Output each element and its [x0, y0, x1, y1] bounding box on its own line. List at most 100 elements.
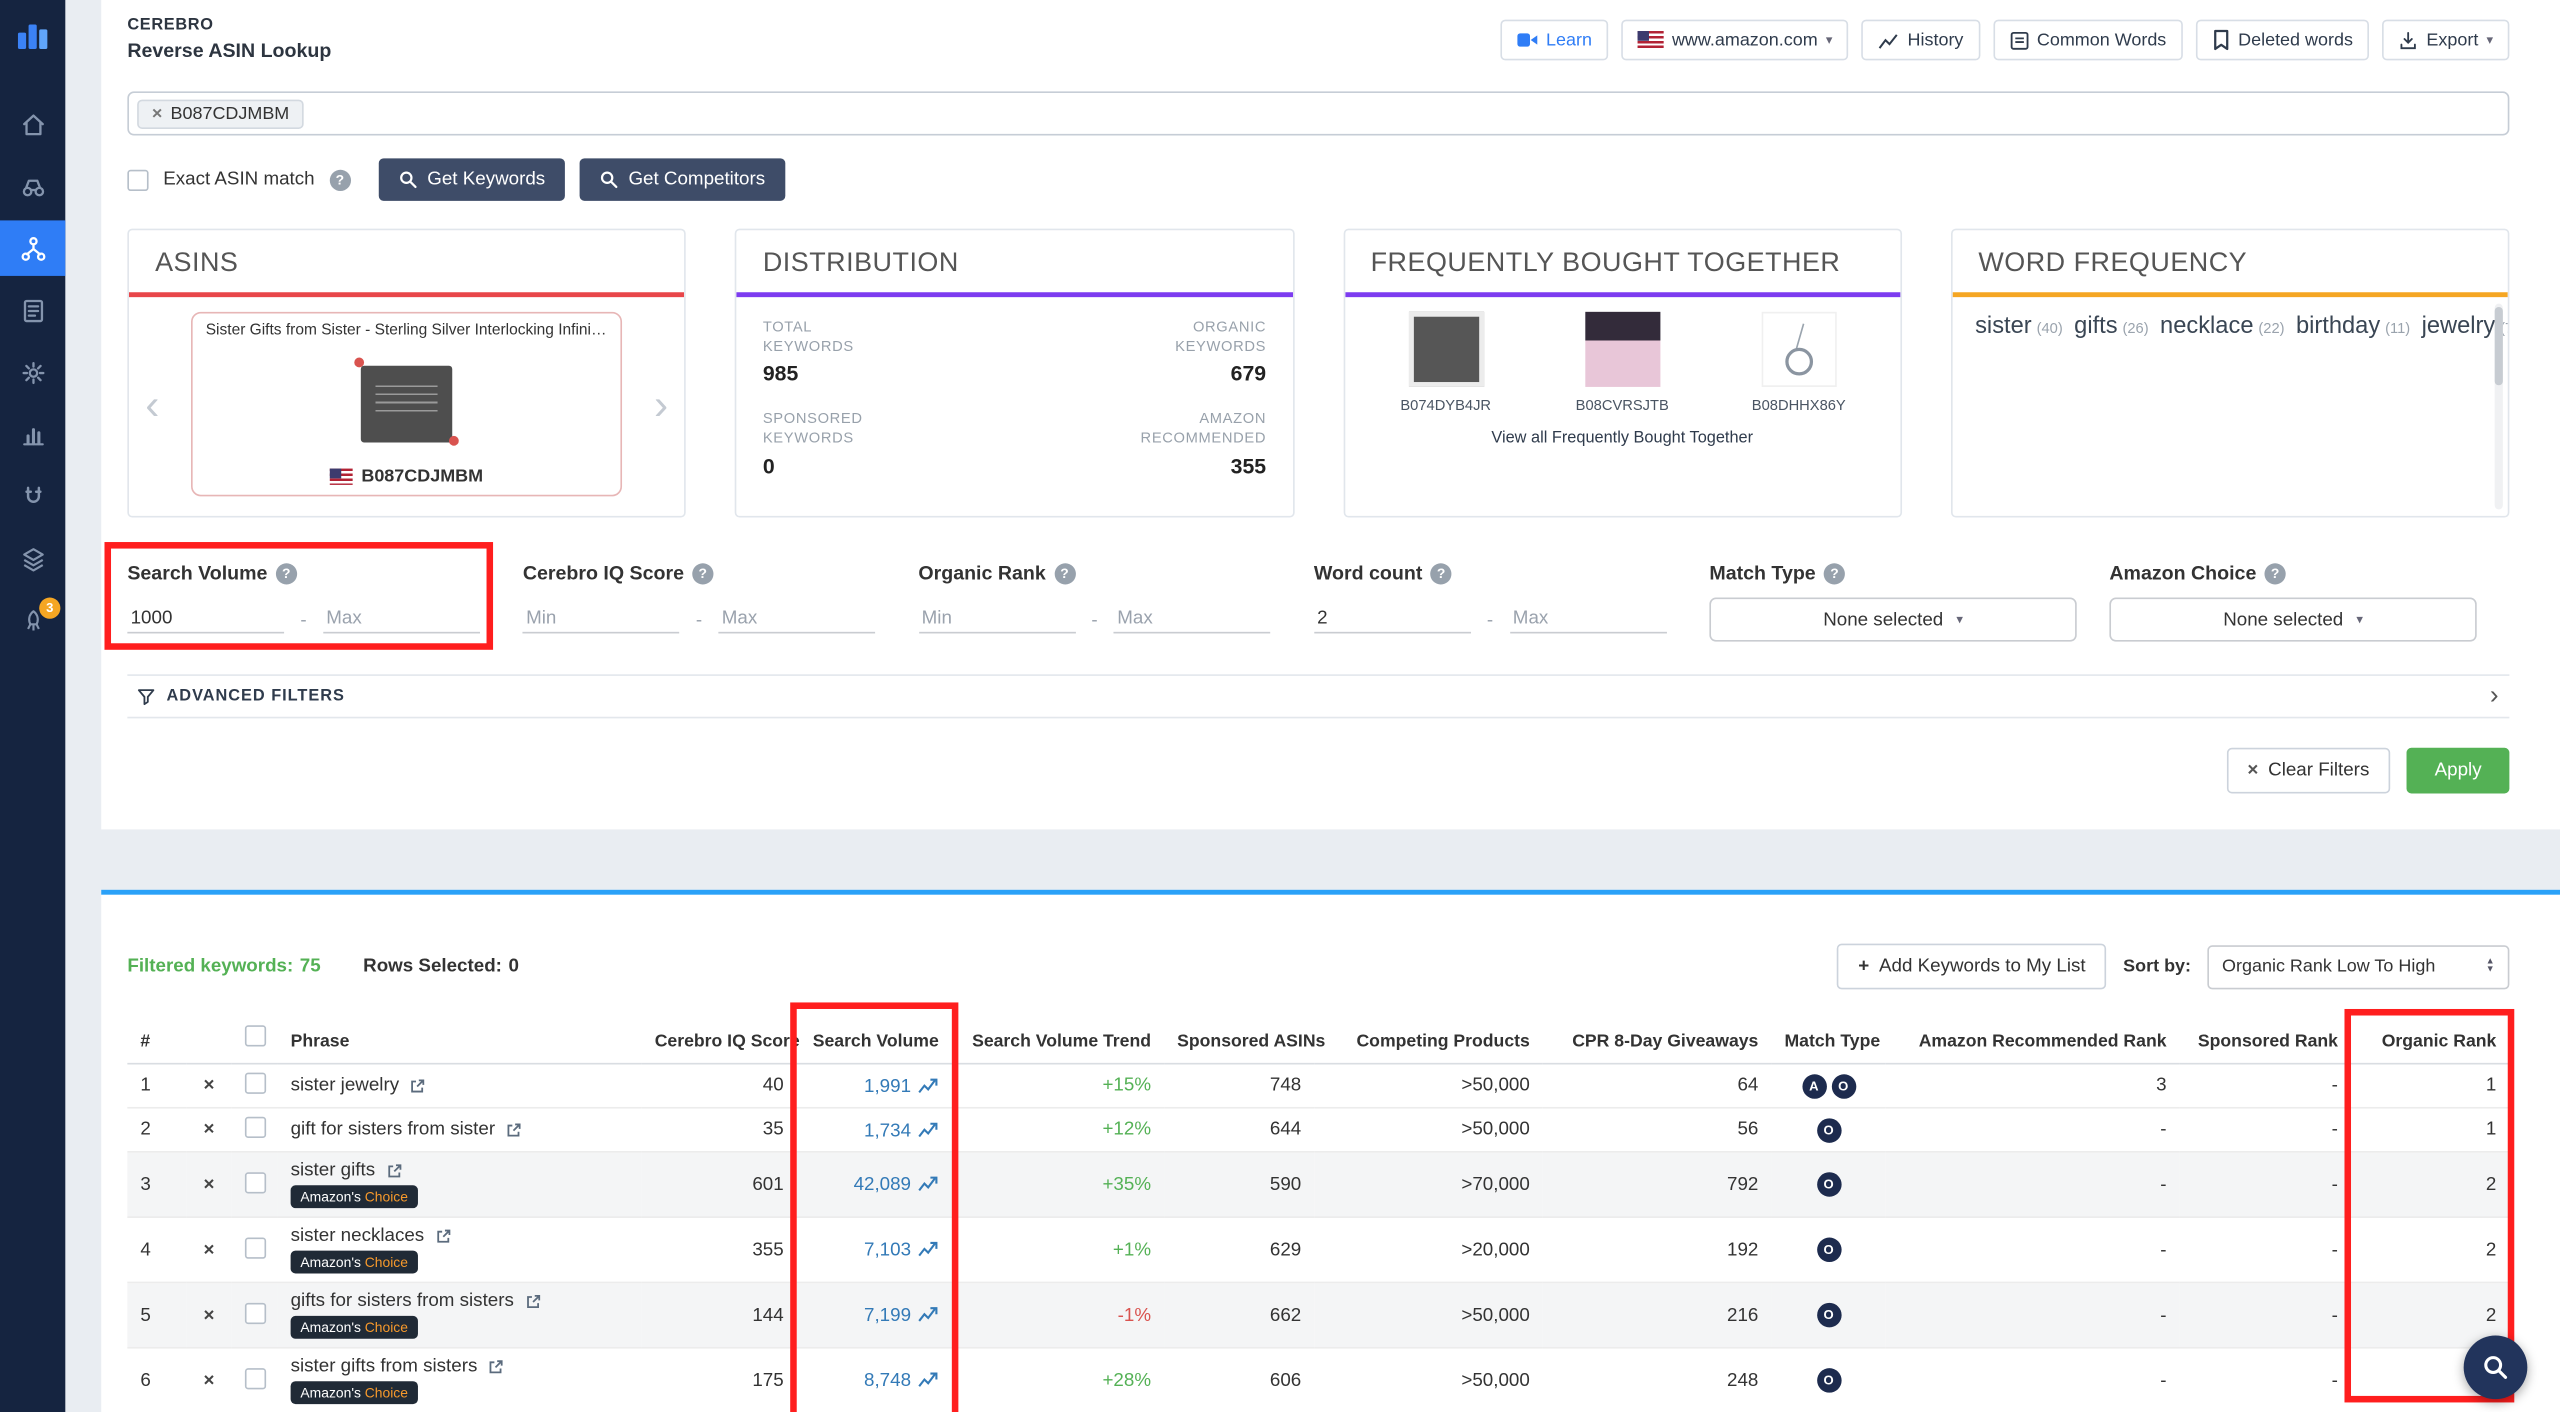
helium10-logo[interactable] — [15, 16, 51, 57]
column-header-amazon-recommended-rank[interactable]: Amazon Recommended Rank — [1886, 1016, 2180, 1064]
max-input[interactable] — [1510, 606, 1667, 634]
help-icon[interactable]: ? — [329, 169, 350, 190]
remove-keyword-button[interactable]: × — [186, 1108, 232, 1152]
panel-scrollbar[interactable] — [2495, 304, 2503, 510]
layers-icon[interactable] — [0, 531, 65, 587]
trend-chart-icon[interactable] — [918, 1304, 939, 1322]
column-header-sponsored-asins[interactable]: Sponsored ASINs — [1164, 1016, 1314, 1064]
remove-keyword-button[interactable]: × — [186, 1217, 232, 1282]
external-link-icon[interactable] — [487, 1358, 505, 1376]
carousel-prev-icon[interactable]: ‹ — [145, 383, 159, 425]
rocket-icon[interactable]: 3 — [0, 593, 65, 649]
remove-tag-icon[interactable]: × — [152, 104, 163, 124]
column-header-match-type[interactable]: Match Type — [1771, 1016, 1885, 1064]
row-checkbox[interactable] — [245, 1302, 266, 1323]
remove-keyword-button[interactable]: × — [186, 1282, 232, 1347]
search-volume-value[interactable]: 7,103 — [864, 1241, 911, 1261]
fbt-item[interactable]: B074DYB4JR — [1371, 312, 1521, 413]
external-link-icon[interactable] — [505, 1121, 523, 1139]
trend-chart-icon[interactable] — [918, 1239, 939, 1257]
get-competitors-button[interactable]: Get Competitors — [579, 158, 784, 200]
deleted-words-button[interactable]: Deleted words — [2196, 20, 2370, 61]
min-input[interactable] — [523, 606, 680, 634]
min-input[interactable] — [918, 606, 1075, 634]
search-volume-value[interactable]: 1,991 — [864, 1077, 911, 1097]
chart-icon[interactable] — [0, 407, 65, 463]
apply-button[interactable]: Apply — [2407, 748, 2509, 794]
search-volume-value[interactable]: 1,734 — [864, 1121, 911, 1141]
filter-select[interactable]: None selected▾ — [1709, 598, 2076, 642]
help-fab-button[interactable] — [2464, 1336, 2528, 1400]
column-header-phrase[interactable]: Phrase — [278, 1016, 642, 1064]
binoculars-icon[interactable] — [0, 158, 65, 214]
get-keywords-button[interactable]: Get Keywords — [378, 158, 565, 200]
help-icon[interactable]: ? — [1824, 562, 1845, 583]
column-header-cerebro-iq-score[interactable]: Cerebro IQ Score — [642, 1016, 797, 1064]
fbt-item[interactable]: B08DHHX86Y — [1724, 312, 1874, 413]
row-checkbox[interactable] — [245, 1237, 266, 1258]
magnet-icon[interactable] — [0, 469, 65, 525]
external-link-icon[interactable] — [385, 1162, 403, 1180]
trend-chart-icon[interactable] — [918, 1370, 939, 1388]
column-header-sponsored-rank[interactable]: Sponsored Rank — [2180, 1016, 2351, 1064]
external-link-icon[interactable] — [524, 1292, 542, 1310]
sort-select[interactable]: Organic Rank Low To High ▲▼ — [2207, 944, 2509, 988]
row-checkbox[interactable] — [245, 1073, 266, 1094]
column-header--[interactable]: # — [127, 1016, 186, 1064]
word[interactable]: sister — [1975, 313, 2032, 339]
remove-keyword-button[interactable]: × — [186, 1064, 232, 1108]
remove-keyword-button[interactable]: × — [186, 1348, 232, 1412]
view-all-fbt-link[interactable]: View all Frequently Bought Together — [1361, 429, 1884, 447]
word[interactable]: necklace — [2160, 313, 2253, 339]
word[interactable]: gifts — [2074, 313, 2117, 339]
word[interactable]: birthday — [2296, 313, 2380, 339]
search-volume-value[interactable]: 8,748 — [864, 1371, 911, 1391]
min-input[interactable] — [127, 606, 284, 634]
home-icon[interactable] — [0, 96, 65, 152]
help-icon[interactable]: ? — [2265, 562, 2286, 583]
help-icon[interactable]: ? — [692, 562, 713, 583]
help-icon[interactable]: ? — [1431, 562, 1452, 583]
export-button[interactable]: Export ▾ — [2382, 20, 2509, 61]
gear-icon[interactable] — [0, 344, 65, 400]
history-button[interactable]: History — [1862, 20, 1980, 61]
marketplace-select[interactable]: www.amazon.com ▾ — [1621, 20, 1848, 61]
search-volume-value[interactable]: 42,089 — [854, 1176, 911, 1196]
word[interactable]: jewelry — [2422, 313, 2496, 339]
max-input[interactable] — [1114, 606, 1271, 634]
clear-filters-button[interactable]: × Clear Filters — [2226, 748, 2390, 794]
external-link-icon[interactable] — [409, 1077, 427, 1095]
asin-product-card[interactable]: Sister Gifts from Sister - Sterling Silv… — [191, 312, 622, 496]
learn-button[interactable]: Learn — [1500, 20, 1608, 61]
common-words-button[interactable]: Common Words — [1993, 20, 2183, 61]
column-header-search-volume-trend[interactable]: Search Volume Trend — [952, 1016, 1164, 1064]
filter-select[interactable]: None selected▾ — [2109, 598, 2476, 642]
asin-input[interactable]: × B087CDJMBM — [127, 91, 2509, 135]
max-input[interactable] — [323, 606, 480, 634]
select-all-checkbox[interactable] — [245, 1025, 266, 1046]
external-link-icon[interactable] — [434, 1227, 452, 1245]
max-input[interactable] — [719, 606, 876, 634]
add-keywords-button[interactable]: + Add Keywords to My List — [1837, 944, 2107, 990]
trend-chart-icon[interactable] — [918, 1174, 939, 1192]
help-icon[interactable]: ? — [276, 562, 297, 583]
trend-chart-icon[interactable] — [918, 1119, 939, 1137]
document-icon[interactable] — [0, 282, 65, 338]
column-header-competing-products[interactable]: Competing Products — [1314, 1016, 1543, 1064]
cerebro-icon[interactable] — [0, 220, 65, 276]
search-volume-value[interactable]: 7,199 — [864, 1306, 911, 1326]
remove-keyword-button[interactable]: × — [186, 1152, 232, 1217]
row-checkbox[interactable] — [245, 1367, 266, 1388]
column-header-search-volume[interactable]: Search Volume — [797, 1016, 952, 1064]
column-header-cpr-8-day-giveaways[interactable]: CPR 8-Day Giveaways — [1543, 1016, 1772, 1064]
trend-chart-icon[interactable] — [918, 1075, 939, 1093]
row-checkbox[interactable] — [245, 1171, 266, 1192]
min-input[interactable] — [1314, 606, 1471, 634]
advanced-filters-bar[interactable]: ADVANCED FILTERS › — [127, 674, 2509, 718]
exact-asin-checkbox[interactable] — [127, 169, 148, 190]
carousel-next-icon[interactable]: › — [654, 383, 668, 425]
column-header-organic-rank[interactable]: Organic Rank — [2351, 1016, 2509, 1064]
help-icon[interactable]: ? — [1054, 562, 1075, 583]
row-checkbox[interactable] — [245, 1117, 266, 1138]
fbt-item[interactable]: B08CVRSJTB — [1547, 312, 1697, 413]
